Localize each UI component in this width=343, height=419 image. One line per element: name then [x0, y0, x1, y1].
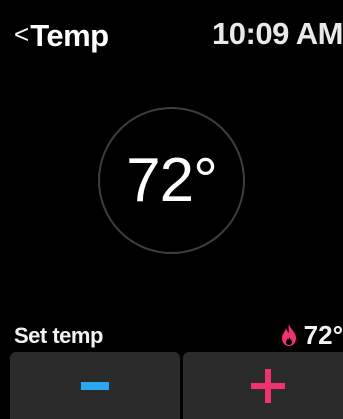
current-temperature: 72°	[126, 146, 218, 215]
decrease-temp-button[interactable]	[10, 352, 180, 419]
flame-icon	[281, 324, 296, 346]
setpoint-readout: 72°	[280, 320, 343, 350]
plus-icon	[251, 368, 285, 403]
temperature-controls	[10, 352, 343, 419]
setpoint-row: Set temp 72°	[0, 320, 343, 350]
set-temp-value: 72°	[303, 319, 343, 350]
minus-icon	[81, 381, 109, 390]
clock: 10:09 AM	[212, 16, 343, 51]
temperature-dial: 72°	[98, 107, 245, 254]
back-button[interactable]: < Temp	[14, 16, 109, 56]
set-temp-label: Set temp	[14, 323, 103, 348]
back-chevron-icon: <	[14, 19, 30, 49]
header: < Temp 10:09 AM	[0, 14, 343, 58]
page-title: Temp	[30, 18, 109, 53]
increase-temp-button[interactable]	[183, 352, 343, 419]
thermostat-screen: < Temp 10:09 AM 72° Set temp 72°	[0, 0, 343, 419]
